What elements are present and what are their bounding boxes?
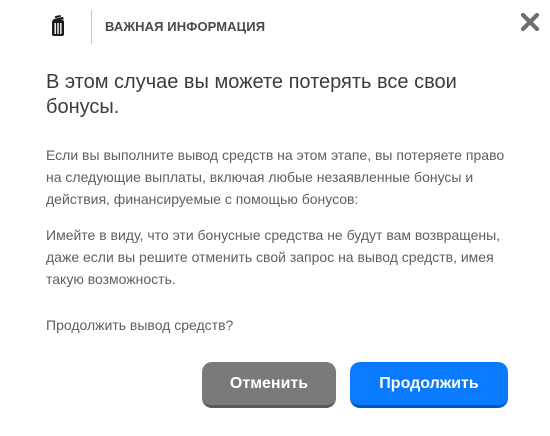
continue-button[interactable]: Продолжить bbox=[350, 362, 508, 408]
warning-headline: В этом случае вы можете потерять все сво… bbox=[46, 71, 457, 118]
trash-bin-icon bbox=[48, 14, 68, 38]
cancel-button[interactable]: Отменить bbox=[202, 362, 336, 408]
confirm-question: Продолжить вывод средств? bbox=[46, 317, 234, 333]
dialog-header: ВАЖНАЯ ИНФОРМАЦИЯ bbox=[0, 0, 550, 56]
close-icon[interactable] bbox=[518, 10, 542, 34]
warning-dialog: ВАЖНАЯ ИНФОРМАЦИЯ В этом случае вы может… bbox=[0, 0, 550, 436]
header-divider bbox=[91, 10, 92, 44]
warning-paragraph-2: Имейте в виду, что эти бонусные средства… bbox=[46, 227, 501, 287]
dialog-title: ВАЖНАЯ ИНФОРМАЦИЯ bbox=[105, 19, 266, 34]
warning-paragraph-1: Если вы выполните вывод средств на этом … bbox=[46, 147, 505, 207]
